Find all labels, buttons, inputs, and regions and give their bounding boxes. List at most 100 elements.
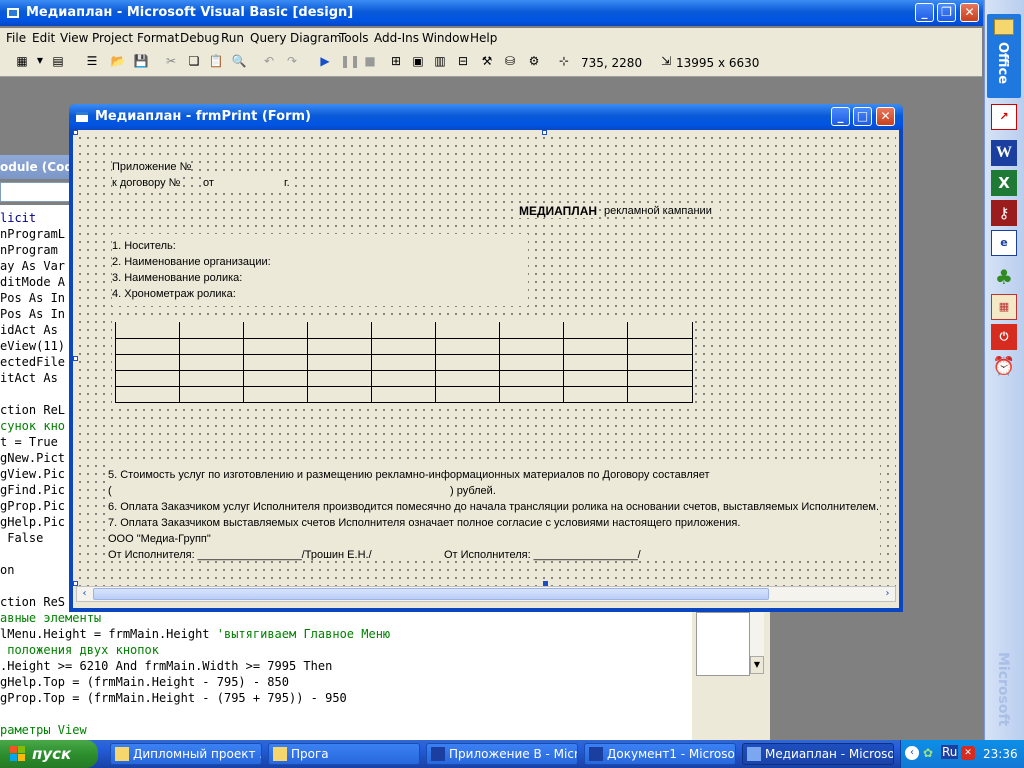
code-line[interactable]: nProgram [0,243,58,257]
code-line[interactable]: gNew.Pict [0,451,65,465]
code-line[interactable]: t = True [0,435,58,449]
paren-open-label[interactable]: ( [108,485,112,497]
design-grid[interactable]: Приложение № к договору № от г. МЕДИАПЛА… [76,134,896,586]
dropdown-arrow-icon[interactable]: ▼ [32,53,48,69]
language-indicator[interactable]: Ru [941,745,959,759]
menu-editor-icon[interactable]: ☰ [84,53,100,69]
from-label[interactable]: от [203,177,287,189]
code-line[interactable]: gProp.Pic [0,499,65,513]
code-line[interactable]: itAct As [0,371,58,385]
code-line[interactable]: ditMode A [0,275,65,289]
selection-handle[interactable] [73,130,78,135]
object-browser-icon[interactable]: ⊟ [455,53,471,69]
code-line[interactable]: Pos As In [0,291,65,305]
code-line[interactable]: .Height >= 6210 And frmMain.Width >= 799… [0,659,332,673]
data-view-icon[interactable]: ⛁ [502,53,518,69]
new-appointment-icon[interactable]: ↗ [991,104,1017,130]
menu-item-addins[interactable]: Add-Ins [374,31,419,45]
close-button[interactable]: ✕ [960,3,979,22]
code-line[interactable]: ay As Var [0,259,65,273]
menu-item-format[interactable]: Format [137,31,179,45]
scroll-track[interactable] [750,612,764,656]
code-line[interactable]: False [0,531,43,545]
open-icon[interactable]: 📂 [110,53,126,69]
appendix-label[interactable]: Приложение № [112,161,192,173]
company-label[interactable]: ООО "Медиа-Групп" [108,533,211,545]
selection-handle[interactable] [542,130,547,135]
ie-icon[interactable]: e [991,230,1017,256]
task-vb-mediaplan[interactable]: Медиаплан - Microso... [742,743,894,765]
code-line[interactable]: Pos As In [0,307,65,321]
power-icon[interactable]: ⏻ [991,324,1017,350]
code-line[interactable]: gView.Pic [0,467,65,481]
code-line[interactable]: раметры View [0,723,87,737]
scroll-down-arrow-icon[interactable]: ▼ [750,656,764,674]
add-form-icon[interactable]: ▤ [50,53,66,69]
code-line[interactable]: ction ReS [0,595,65,609]
excel-icon[interactable]: X [991,170,1017,196]
tray-arrow-icon[interactable]: ‹ [905,746,919,760]
menu-item-run[interactable]: Run [221,31,244,45]
project-explorer-icon[interactable]: ⊞ [388,53,404,69]
start-icon[interactable]: ▶ [317,53,333,69]
security-shield-icon[interactable]: ✕ [961,746,975,760]
end-icon[interactable]: ■ [362,53,378,69]
word-icon[interactable]: W [991,140,1017,166]
menu-item-edit[interactable]: Edit [32,31,55,45]
code-line[interactable]: idAct As [0,323,58,337]
menu-item-debug[interactable]: Debug [180,31,219,45]
code-vertical-scrollbar[interactable]: ▼ [692,612,770,740]
menu-item-file[interactable]: File [6,31,26,45]
menu-item-window[interactable]: Window [422,31,469,45]
find-icon[interactable]: 🔍 [231,53,247,69]
signature1-label[interactable]: От Исполнителя: _________________/Трошин… [108,549,372,561]
toolbox-icon[interactable]: ⚒ [479,53,495,69]
year-label[interactable]: г. [284,177,290,189]
code-line[interactable]: on [0,563,14,577]
mediaplan-title[interactable]: МЕДИАПЛАН [519,204,598,218]
copy-icon[interactable]: ❏ [186,53,202,69]
start-button[interactable]: пуск [0,740,98,768]
scroll-right-arrow-icon[interactable]: › [880,587,895,601]
tree-icon[interactable]: ♣ [991,264,1017,290]
access-icon[interactable]: ⚷ [991,200,1017,226]
code-line[interactable]: lMenu.Height = frmMain.Height 'вытягивае… [0,627,390,641]
item2-label[interactable]: 2. Наименование организации: [112,256,271,268]
code-line[interactable]: положения двух кнопок [0,643,159,657]
code-line[interactable]: gHelp.Top = (frmMain.Height - 795) - 850 [0,675,289,689]
code-object-combo[interactable] [0,182,70,202]
form-minimize-button[interactable]: _ [831,107,850,126]
mediaplan-grid[interactable] [115,322,693,403]
code-line[interactable]: ction ReL [0,403,65,417]
form-layout-icon[interactable]: ▥ [432,53,448,69]
network-icon[interactable]: ✿ [923,746,937,760]
task-diploma-folder[interactable]: Дипломный проект ... [110,743,262,765]
task-word-appendix[interactable]: Приложение В - Micr... [426,743,578,765]
paste-icon[interactable]: 📋 [208,53,224,69]
menu-item-help[interactable]: Help [470,31,497,45]
add-project-icon[interactable]: ▦ [14,53,30,69]
item3-label[interactable]: 3. Наименование ролика: [112,272,243,284]
undo-icon[interactable]: ↶ [261,53,277,69]
minimize-button[interactable]: _ [915,3,934,22]
contract-label[interactable]: к договору № [112,177,181,189]
restore-button[interactable]: ❐ [937,3,956,22]
menu-item-tools[interactable]: Tools [339,31,369,45]
code-line[interactable]: ectedFile [0,355,65,369]
task-proga-folder[interactable]: Прога [268,743,420,765]
campaign-label[interactable]: рекламной кампании [604,205,720,217]
form-title-bar[interactable]: Медиаплан - frmPrint (Form) _ □ ✕ [69,104,903,130]
signature2-label[interactable]: От Исполнителя: _________________/ [444,549,641,561]
code-line[interactable]: авные элементы [0,611,101,625]
folder-icon[interactable] [994,19,1014,35]
cut-icon[interactable]: ✂ [163,53,179,69]
item5-label[interactable]: 5. Стоимость услуг по изготовлению и раз… [108,469,710,481]
item4-label[interactable]: 4. Хронометраж ролика: [112,288,236,300]
form-horizontal-scrollbar[interactable]: ‹ › [76,586,896,602]
task-word-document1[interactable]: Документ1 - Microso... [584,743,736,765]
alarm-clock-icon[interactable]: ⏰ [991,354,1017,380]
rubles-label[interactable]: ) рублей. [450,485,496,497]
menu-item-query[interactable]: Query [250,31,286,45]
code-line[interactable]: gHelp.Pic [0,515,65,529]
form-close-button[interactable]: ✕ [876,107,895,126]
